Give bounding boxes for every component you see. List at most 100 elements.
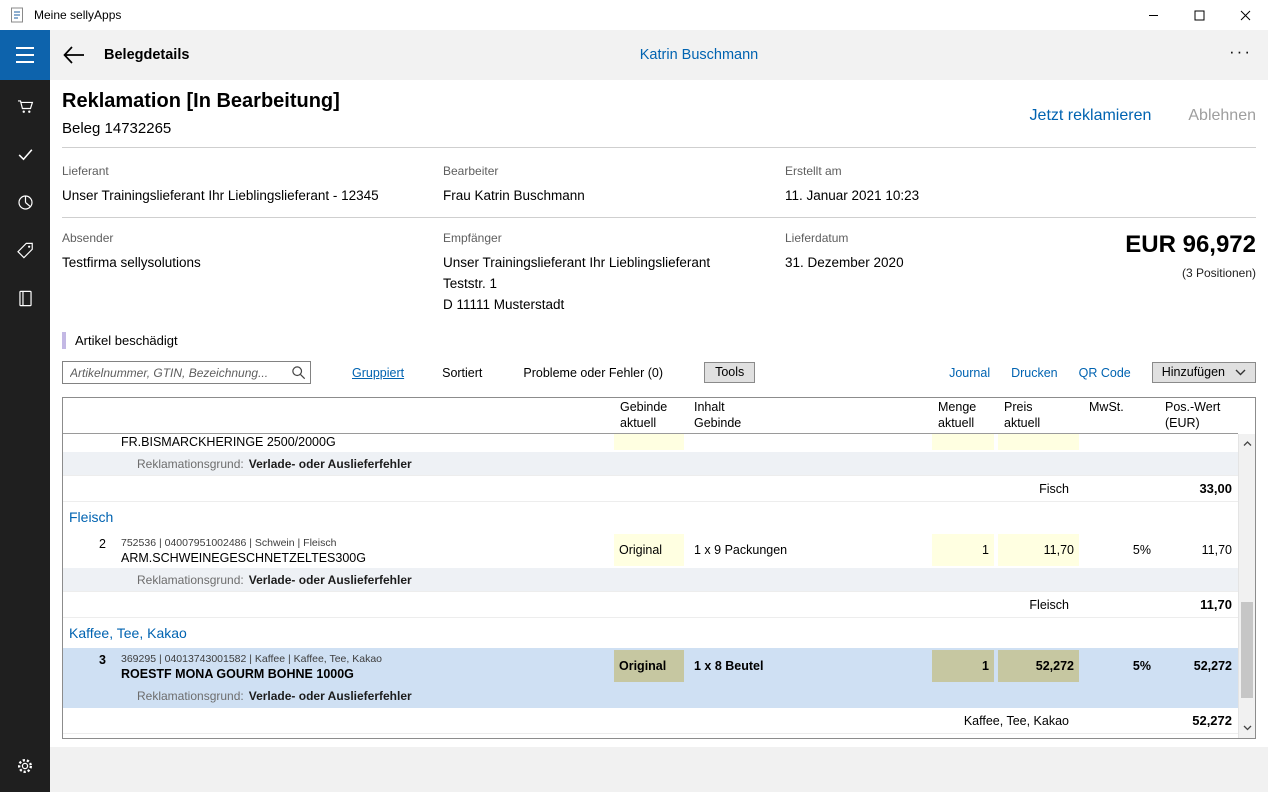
document-meta: Lieferant Unser Trainingslieferant Ihr L… xyxy=(62,148,1256,315)
note-marker xyxy=(62,332,66,349)
table-scrollbar[interactable] xyxy=(1238,434,1255,738)
user-name[interactable]: Katrin Buschmann xyxy=(640,47,758,63)
menge-cell[interactable]: 1 xyxy=(932,650,994,682)
total-amount: EUR 96,972 xyxy=(1045,231,1256,259)
minimize-button[interactable] xyxy=(1130,0,1176,30)
search-icon[interactable] xyxy=(291,365,306,385)
sidebar-item-statistics[interactable] xyxy=(0,178,50,226)
scrollbar-thumb[interactable] xyxy=(1241,602,1253,698)
group-subtotal-row: Fisch 33,00 xyxy=(63,476,1238,502)
document-total: EUR 96,972 (3 Positionen) xyxy=(1045,231,1256,315)
cart-icon xyxy=(16,97,35,116)
preis-cell[interactable] xyxy=(998,434,1079,450)
items-table: Gebinde aktuell Inhalt Gebinde Menge akt… xyxy=(62,397,1256,739)
col-wert: Pos.-Wert (EUR) xyxy=(1157,398,1238,433)
table-row[interactable]: FR.BISMARCKHERINGE 2500/2000G xyxy=(63,434,1238,452)
sidebar-item-cart[interactable] xyxy=(0,82,50,130)
status-note: Artikel beschädigt xyxy=(62,332,1256,349)
gebinde-cell[interactable]: Original xyxy=(614,534,684,566)
page-title: Reklamation [In Bearbeitung] xyxy=(62,90,340,113)
search-input[interactable] xyxy=(62,361,311,384)
complaint-reason-row: Reklamationsgrund: Verlade- oder Auslief… xyxy=(63,452,1238,476)
back-button[interactable] xyxy=(63,44,85,66)
mwst-cell: 5% xyxy=(1081,648,1157,684)
book-icon xyxy=(16,289,35,308)
drucken-link[interactable]: Drucken xyxy=(1011,366,1058,380)
group-header-row: Fleisch xyxy=(63,502,1238,532)
check-icon xyxy=(16,145,35,164)
group-header-row: Kaffee, Tee, Kakao xyxy=(63,618,1238,648)
lieferdatum-field: Lieferdatum 31. Dezember 2020 xyxy=(785,231,1045,315)
scroll-down-icon[interactable] xyxy=(1239,720,1255,736)
group-subtotal-row: Kaffee, Tee, Kakao 52,272 xyxy=(63,708,1238,734)
article-name: ROESTF MONA GOURM BOHNE 1000G xyxy=(121,666,612,682)
table-header-row: Gebinde aktuell Inhalt Gebinde Menge akt… xyxy=(63,398,1238,434)
back-arrow-icon xyxy=(63,46,85,64)
col-gebinde: Gebinde aktuell xyxy=(612,398,686,433)
col-menge: Menge aktuell xyxy=(930,398,996,433)
wert-cell: 52,272 xyxy=(1157,648,1238,684)
minimize-icon xyxy=(1148,10,1159,21)
article-meta: 752536 | 04007951002486 | Schwein | Flei… xyxy=(121,536,612,550)
content: Reklamation [In Bearbeitung] Beleg 14732… xyxy=(50,80,1268,792)
row-number: 2 xyxy=(63,532,113,568)
hinzufuegen-button[interactable]: Hinzufügen xyxy=(1152,362,1256,383)
scroll-up-icon[interactable] xyxy=(1239,436,1255,452)
complaint-reason-row: Reklamationsgrund: Verlade- oder Auslief… xyxy=(63,568,1238,592)
maximize-button[interactable] xyxy=(1176,0,1222,30)
qr-code-link[interactable]: QR Code xyxy=(1079,366,1131,380)
gear-icon xyxy=(15,756,35,776)
app-window: Meine sellyApps xyxy=(0,0,1268,792)
sidebar-item-approvals[interactable] xyxy=(0,130,50,178)
group-subtotal-row: Fleisch 11,70 xyxy=(63,592,1238,618)
price-tag-icon xyxy=(16,241,35,260)
inhalt-cell: 1 x 9 Packungen xyxy=(686,532,930,568)
beleg-number: Beleg 14732265 xyxy=(62,120,340,137)
table-row-selected[interactable]: 3 369295 | 04013743001582 | Kaffee | Kaf… xyxy=(63,648,1238,684)
maximize-icon xyxy=(1194,10,1205,21)
app-icon xyxy=(10,7,26,23)
row-number: 3 xyxy=(63,648,113,684)
bearbeiter-field: Bearbeiter Frau Katrin Buschmann xyxy=(443,164,785,206)
gruppiert-toggle[interactable]: Gruppiert xyxy=(352,366,404,380)
empfaenger-field: Empfänger Unser Trainingslieferant Ihr L… xyxy=(443,231,785,315)
probleme-filter[interactable]: Probleme oder Fehler (0) xyxy=(523,366,663,380)
menge-cell[interactable] xyxy=(932,434,994,450)
preis-cell[interactable]: 52,272 xyxy=(998,650,1079,682)
article-name: ARM.SCHWEINEGESCHNETZELTES300G xyxy=(121,550,612,566)
pie-chart-icon xyxy=(16,193,35,212)
tools-button[interactable]: Tools xyxy=(704,362,755,383)
erstellt-am-field: Erstellt am 11. Januar 2021 10:23 xyxy=(785,164,1045,206)
sidebar-item-offers[interactable] xyxy=(0,226,50,274)
article-name: FR.BISMARCKHERINGE 2500/2000G xyxy=(121,434,612,450)
close-icon xyxy=(1240,10,1251,21)
article-meta: 369295 | 04013743001582 | Kaffee | Kaffe… xyxy=(121,652,612,666)
menu-button[interactable] xyxy=(0,30,50,80)
titlebar: Meine sellyApps xyxy=(0,0,1268,30)
absender-field: Absender Testfirma sellysolutions xyxy=(62,231,443,315)
gebinde-cell[interactable] xyxy=(614,434,684,450)
mwst-cell: 5% xyxy=(1081,532,1157,568)
sortiert-toggle[interactable]: Sortiert xyxy=(442,366,482,380)
toolbar: Gruppiert Sortiert Probleme oder Fehler … xyxy=(62,361,1256,384)
inhalt-cell: 1 x 8 Beutel xyxy=(686,648,930,684)
menge-cell[interactable]: 1 xyxy=(932,534,994,566)
ablehnen-button[interactable]: Ablehnen xyxy=(1188,107,1256,125)
bottom-strip xyxy=(50,747,1268,792)
preis-cell[interactable]: 11,70 xyxy=(998,534,1079,566)
gebinde-cell[interactable]: Original xyxy=(614,650,684,682)
more-options-icon[interactable]: ··· xyxy=(1229,47,1252,63)
lieferant-field: Lieferant Unser Trainingslieferant Ihr L… xyxy=(62,164,443,206)
jetzt-reklamieren-button[interactable]: Jetzt reklamieren xyxy=(1030,107,1152,125)
journal-link[interactable]: Journal xyxy=(949,366,990,380)
close-button[interactable] xyxy=(1222,0,1268,30)
sidebar-item-settings[interactable] xyxy=(0,742,50,790)
page-header-title: Belegdetails xyxy=(104,47,189,63)
position-count: (3 Positionen) xyxy=(1045,266,1256,280)
table-row[interactable]: 2 752536 | 04007951002486 | Schwein | Fl… xyxy=(63,532,1238,568)
wert-cell: 11,70 xyxy=(1157,532,1238,568)
col-preis: Preis aktuell xyxy=(996,398,1081,433)
sidebar-item-catalog[interactable] xyxy=(0,274,50,322)
complaint-reason-row: Reklamationsgrund: Verlade- oder Auslief… xyxy=(63,684,1238,708)
chevron-down-icon xyxy=(1235,369,1246,376)
